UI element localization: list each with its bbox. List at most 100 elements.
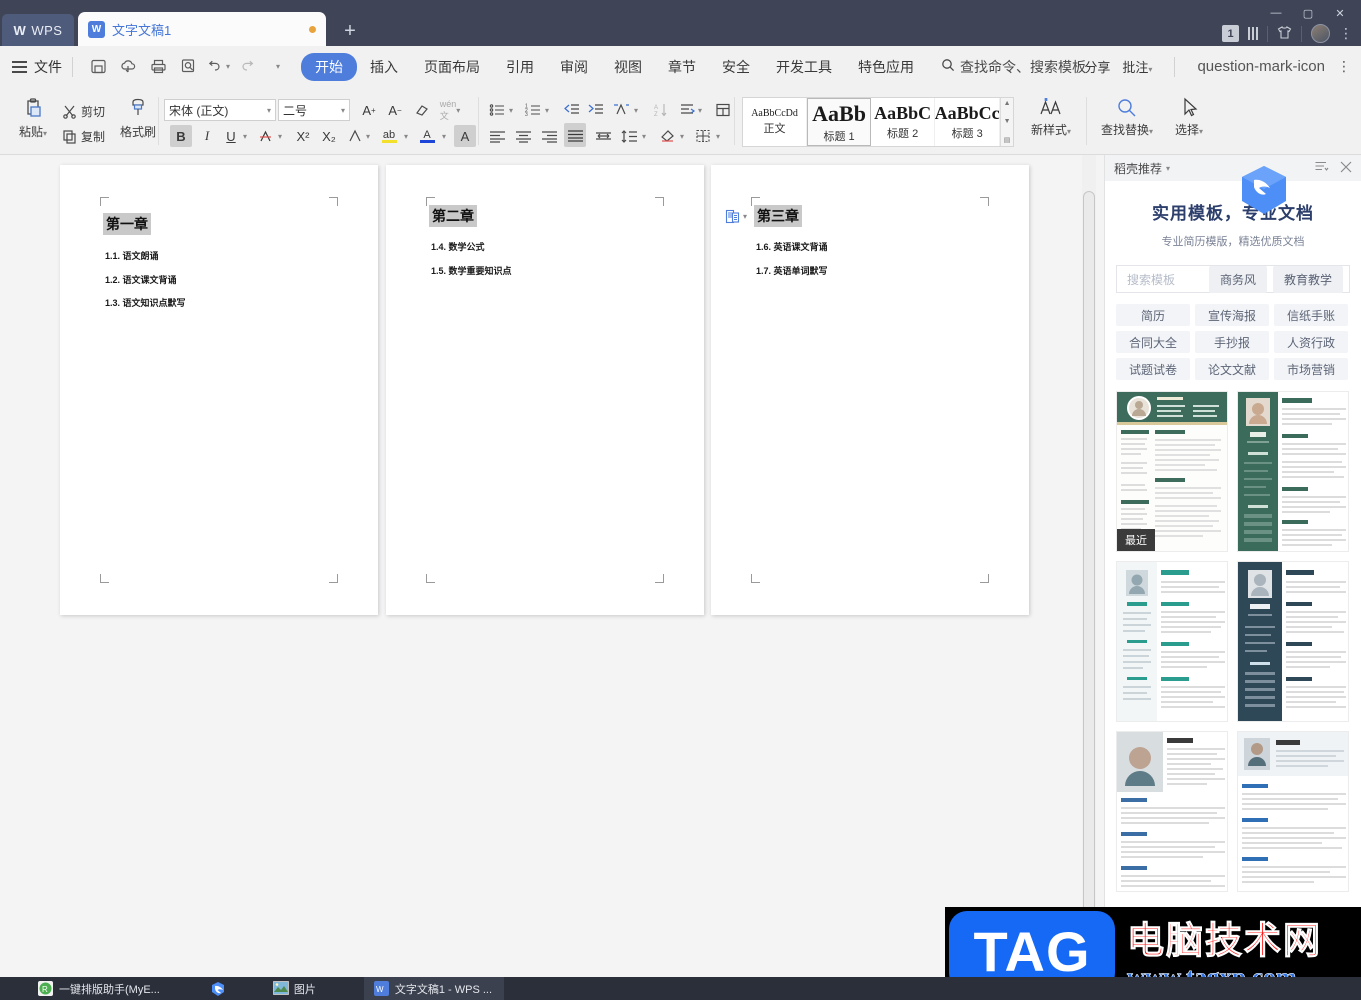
chip-contracts[interactable]: 合同大全 [1116,331,1190,353]
style-gallery-scroll[interactable]: ▲ ▼ ▤ [1000,98,1013,146]
chip-thesis[interactable]: 论文文献 [1195,358,1269,380]
tshirt-icon[interactable] [1277,25,1292,42]
template-thumbnail[interactable] [1116,561,1228,722]
paragraph-shading-icon[interactable] [656,125,678,147]
wps-cloud-icon[interactable] [1236,163,1292,219]
style-heading-2[interactable]: AaBbC 标题 2 [871,98,936,146]
redo-icon[interactable] [236,55,260,79]
search-tag-education[interactable]: 教育教学 [1272,265,1343,293]
style-normal[interactable]: AaBbCcDd 正文 [743,98,808,146]
decrease-font-size-button[interactable]: A − [382,99,408,121]
subscript-button[interactable]: X₂ [316,125,342,147]
comment-button[interactable]: 批注▾ [1122,57,1152,76]
distributed-align-icon[interactable] [592,125,614,147]
style-gallery[interactable]: AaBbCcDd 正文 AaBb 标题 1 AaBbC 标题 2 AaBbCc … [742,97,1014,147]
sort-icon[interactable] [610,99,632,121]
scroll-up-icon[interactable]: ▲ [1004,100,1011,107]
template-thumbnail[interactable] [1116,731,1228,892]
document-page-1[interactable]: 第一章 1.1. 语文朗诵 1.2. 语文课文背诵 1.3. 语文知识点默写 [60,165,378,615]
heading-level-2[interactable]: 1.4. 数学公式 [431,240,485,253]
character-shading-icon[interactable]: A [454,125,476,147]
heading-level-1[interactable]: 第一章 [103,213,151,235]
cloud-sync-icon[interactable] [116,55,140,79]
increase-indent-icon[interactable] [584,99,606,121]
share-button[interactable]: 分享 [1084,57,1110,76]
heading-level-2[interactable]: 1.5. 数学重要知识点 [431,264,512,277]
align-justify-icon[interactable] [564,123,586,147]
style-heading-3[interactable]: AaBbCc 标题 3 [935,98,1001,146]
taskbar-item-pictures[interactable]: 图片 [263,977,326,1000]
scroll-down-icon[interactable]: ▼ [1004,118,1011,125]
maximize-button[interactable]: ▢ [1293,2,1323,24]
document-page-2[interactable]: 第二章 1.4. 数学公式 1.5. 数学重要知识点 [386,165,704,615]
tab-sections[interactable]: 章节 [655,57,709,77]
vertical-dots-icon[interactable]: ⋮ [1337,58,1351,75]
text-highlight-dropdown[interactable]: ▾ [400,125,412,147]
taskbar-item-wps-cloud[interactable] [200,977,241,1000]
text-highlight-icon[interactable]: ab [378,125,400,147]
chip-marketing[interactable]: 市场营销 [1274,358,1348,380]
taskbar-item-wps-writer[interactable]: W 文字文稿1 - WPS ... [363,977,504,1000]
sort-dropdown[interactable]: ▾ [630,99,642,121]
tab-insert[interactable]: 插入 [357,57,411,77]
numbered-list-dropdown[interactable]: ▾ [541,99,553,121]
tab-references[interactable]: 引用 [493,57,547,77]
borders-icon[interactable] [692,125,714,147]
customize-quick-access-icon[interactable]: ▾ [266,55,290,79]
print-icon[interactable] [146,55,170,79]
taskbar-item-typesetting-assistant[interactable]: R 一键排版助手(MyE... [28,977,170,1000]
tab-view[interactable]: 视图 [601,57,655,77]
template-thumbnail[interactable] [1237,391,1349,552]
scrollbar-thumb[interactable] [1083,191,1095,916]
heading-level-1[interactable]: 第三章 [754,205,802,227]
character-border-dropdown[interactable]: ▾ [362,125,374,147]
undo-icon[interactable]: ▾ [206,55,230,79]
template-thumbnail[interactable] [1237,561,1349,722]
template-search-input[interactable]: 搜索模板 [1117,271,1209,288]
cut-button[interactable]: 剪切 [62,99,105,123]
chip-exam-papers[interactable]: 试题试卷 [1116,358,1190,380]
paste-button[interactable]: 粘贴▾ [10,97,56,140]
font-color-icon[interactable]: A [416,125,438,147]
align-center-icon[interactable] [512,125,534,147]
align-left-icon[interactable] [486,125,508,147]
template-thumbnail[interactable]: 最近 [1116,391,1228,552]
chip-resume[interactable]: 简历 [1116,304,1190,326]
tab-security[interactable]: 安全 [709,57,763,77]
borders-prefix[interactable]: ▾ [676,125,688,147]
document-tab[interactable]: W 文字文稿1 [78,12,326,46]
strikethrough-dropdown[interactable]: ▾ [274,125,286,147]
tab-page-layout[interactable]: 页面布局 [411,57,493,77]
show-paragraph-marks-icon[interactable]: A Z [650,99,672,121]
style-gallery-more-icon[interactable]: ▤ [1004,136,1011,144]
chip-hr-admin[interactable]: 人资行政 [1274,331,1348,353]
hamburger-icon[interactable] [12,60,27,73]
new-style-button[interactable]: 新样式▾ [1026,97,1076,138]
heading-level-2[interactable]: 1.3. 语文知识点默写 [105,296,186,309]
notification-badge[interactable]: 1 [1222,25,1239,42]
bold-button[interactable]: B [170,125,192,147]
save-icon[interactable] [86,55,110,79]
tab-review[interactable]: 审阅 [547,57,601,77]
close-button[interactable]: ✕ [1325,2,1355,24]
decrease-indent-icon[interactable] [560,99,582,121]
close-icon[interactable] [1340,161,1352,176]
heading-level-2[interactable]: 1.6. 英语课文背诵 [756,240,828,253]
superscript-button[interactable]: X² [290,125,316,147]
avatar[interactable] [1311,24,1330,43]
tab-developer-tools[interactable]: 开发工具 [763,57,845,77]
file-menu-button[interactable]: 文件 [34,57,62,77]
paste-options-dropdown[interactable]: ▾ [743,212,747,221]
line-spacing-dropdown[interactable]: ▾ [638,125,650,147]
font-color-dropdown[interactable]: ▾ [438,125,450,147]
paste-options-icon[interactable]: ▾ [725,209,747,224]
select-button[interactable]: 选择▾ [1164,97,1214,138]
find-replace-button[interactable]: 查找替换▾ [1094,97,1160,138]
list-options-icon[interactable] [1315,161,1329,176]
heading-level-2[interactable]: 1.7. 英语单词默写 [756,264,828,277]
increase-font-size-button[interactable]: A + [356,99,382,121]
font-size-select[interactable]: 二号 ▾ [278,99,350,121]
tab-list-icon[interactable] [1248,27,1258,40]
document-page-3[interactable]: ▾ 第三章 1.6. 英语课文背诵 1.7. 英语单词默写 [711,165,1029,615]
align-right-icon[interactable] [538,125,560,147]
